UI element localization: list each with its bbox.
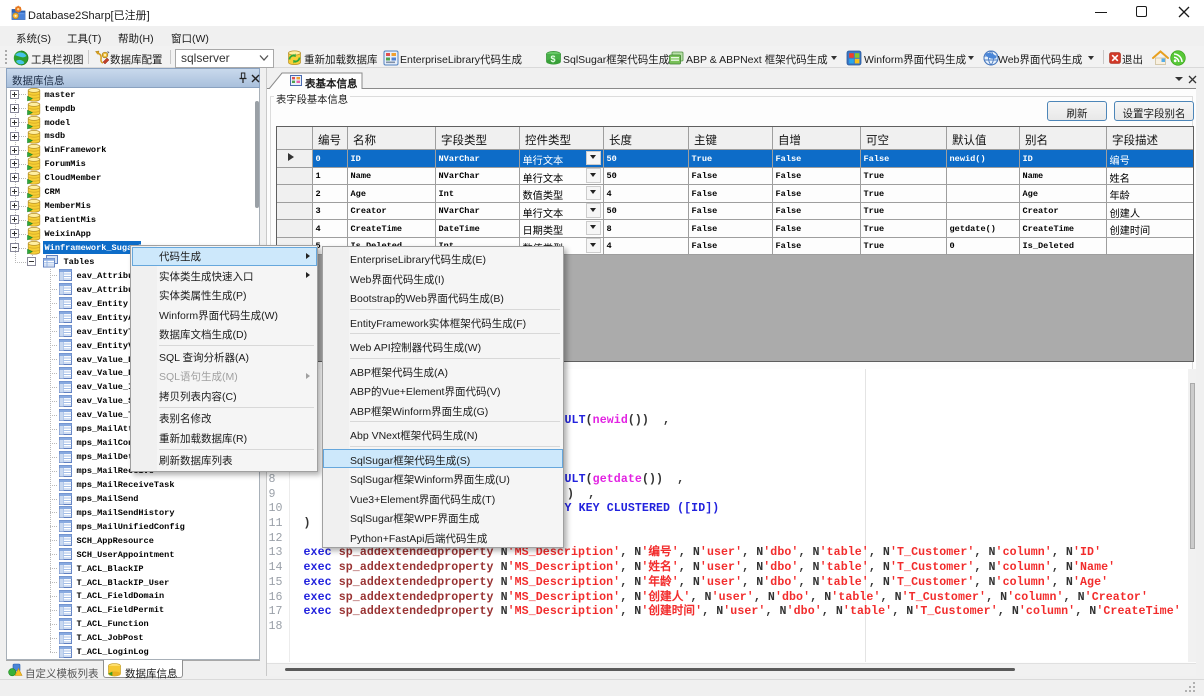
- svg-text:$: $: [551, 54, 556, 64]
